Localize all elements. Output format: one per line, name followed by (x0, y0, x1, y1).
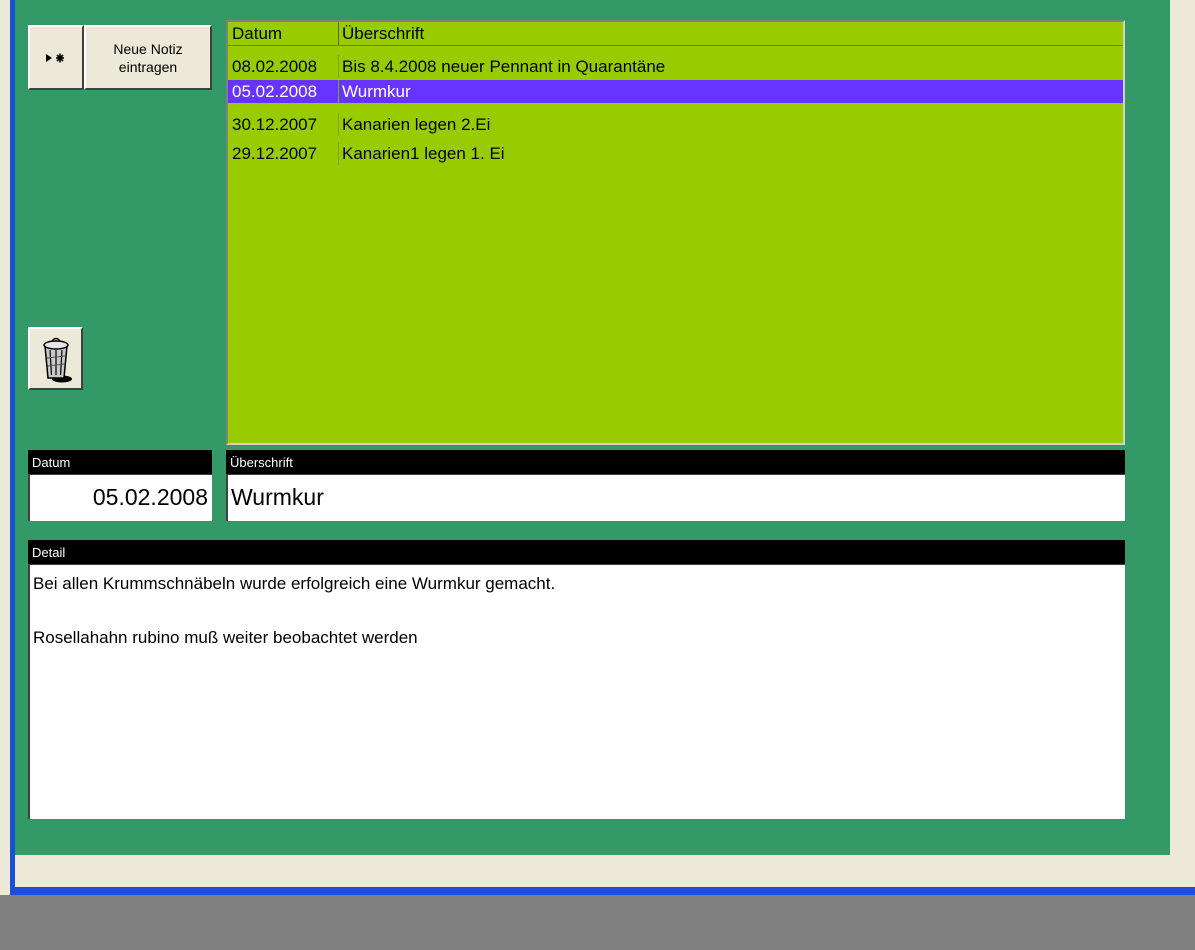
new-note-label-line2: eintragen (118, 58, 178, 75)
window-bottom-border (10, 887, 1195, 895)
form-footer-strip (15, 855, 1195, 887)
column-divider (338, 113, 339, 136)
detail-label: Detail (28, 540, 1125, 564)
ueberschrift-label: Überschrift (226, 450, 1125, 474)
window-left-edge (0, 0, 10, 895)
ueberschrift-field[interactable]: Wurmkur (226, 474, 1125, 521)
list-row[interactable]: 30.12.2007 Kanarien legen 2.Ei (228, 113, 1123, 136)
new-note-button[interactable]: Neue Notiz eintragen (84, 25, 212, 90)
row-title: Bis 8.4.2008 neuer Pennant in Quarantäne (342, 57, 666, 76)
window-right-strip (1170, 0, 1195, 895)
delete-note-button[interactable] (28, 327, 83, 390)
app-window: Neue Notiz eintragen Datum Überschrift 0… (0, 0, 1195, 895)
row-date: 05.02.2008 (232, 82, 318, 101)
notes-list[interactable]: Datum Überschrift 08.02.2008 Bis 8.4.200… (226, 20, 1125, 445)
trash-can-icon (42, 337, 72, 382)
row-title: Kanarien legen 2.Ei (342, 115, 491, 134)
column-divider (338, 142, 339, 165)
new-record-icon (46, 53, 64, 62)
row-date: 30.12.2007 (232, 115, 318, 134)
column-divider (338, 80, 339, 103)
column-divider[interactable] (338, 22, 339, 45)
datum-field[interactable]: 05.02.2008 (28, 474, 212, 521)
datum-label: Datum (28, 450, 212, 474)
row-title: Kanarien1 legen 1. Ei (342, 144, 505, 163)
row-date: 08.02.2008 (232, 57, 318, 76)
column-header-datum[interactable]: Datum (232, 22, 336, 45)
row-title: Wurmkur (342, 82, 411, 101)
list-row[interactable]: 08.02.2008 Bis 8.4.2008 neuer Pennant in… (228, 55, 1123, 78)
row-date: 29.12.2007 (232, 144, 318, 163)
new-record-selector-button[interactable] (28, 25, 84, 90)
column-divider (338, 55, 339, 78)
list-header: Datum Überschrift (228, 22, 1123, 46)
new-note-label-line1: Neue Notiz (113, 40, 183, 57)
list-row-selected[interactable]: 05.02.2008 Wurmkur (228, 80, 1123, 103)
column-header-ueberschrift[interactable]: Überschrift (342, 22, 424, 45)
list-row[interactable]: 29.12.2007 Kanarien1 legen 1. Ei (228, 142, 1123, 165)
detail-textarea[interactable]: Bei allen Krummschnäbeln wurde erfolgrei… (28, 564, 1125, 819)
